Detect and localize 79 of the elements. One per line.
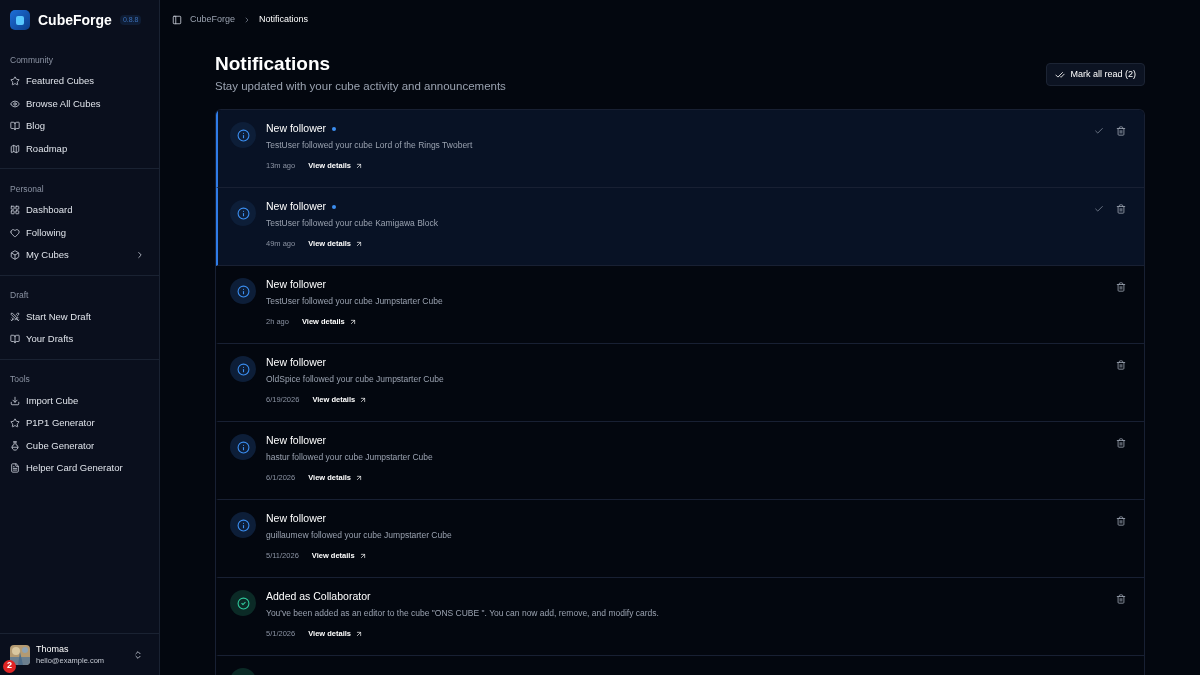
notification-message: guillaumew followed your cube Jumpstarter Cube: [266, 529, 453, 542]
sidebar-item[interactable]: Blog: [10, 115, 149, 138]
arrow-up-right-icon: [355, 629, 363, 638]
delete-icon[interactable]: [1116, 594, 1126, 605]
sidebar-item[interactable]: Import Cube: [10, 389, 149, 412]
user-name: Thomas: [36, 642, 70, 655]
delete-icon[interactable]: [1116, 204, 1126, 215]
notification-title: New follower: [266, 511, 327, 527]
sidebar-item[interactable]: Roadmap: [10, 137, 149, 160]
notification-title: New follower: [266, 199, 327, 215]
mark-read-icon[interactable]: [1094, 204, 1104, 215]
book-icon: [10, 334, 20, 345]
document-icon: [10, 463, 20, 474]
swords-icon: [10, 311, 20, 322]
section-label: Tools: [10, 373, 31, 387]
notification-message: hastur followed your cube Jumpstarter Cube: [266, 451, 434, 464]
sidebar-item[interactable]: Cube Generator: [10, 434, 149, 457]
grid-icon: [10, 205, 20, 216]
sidebar-item[interactable]: Following: [10, 221, 149, 244]
info-icon: [236, 206, 250, 220]
info-icon: [236, 284, 250, 298]
flask-icon: [10, 440, 20, 451]
section-label: Draft: [10, 289, 30, 303]
sidebar-item[interactable]: Helper Card Generator: [10, 457, 149, 480]
notification-title: New follower: [266, 277, 327, 293]
mark-read-icon[interactable]: [1094, 126, 1104, 137]
sidebar-item[interactable]: Browse All Cubes: [10, 92, 149, 115]
delete-icon[interactable]: [1116, 360, 1126, 371]
arrow-up-right-icon: [355, 161, 363, 170]
star-icon: [10, 418, 20, 429]
check-circle-icon: [236, 596, 250, 610]
arrow-up-right-icon: [348, 317, 357, 326]
delete-icon[interactable]: [1116, 516, 1126, 527]
sidebar-item[interactable]: My Cubes: [10, 244, 149, 267]
section-label: Personal: [10, 182, 45, 196]
expand-icon[interactable]: [133, 649, 143, 660]
sidebar-item[interactable]: Start New Draft: [10, 305, 149, 328]
sidebar-toggle-icon[interactable]: [172, 15, 182, 25]
info-icon: [236, 440, 250, 454]
sidebar-item[interactable]: P1P1 Generator: [10, 412, 149, 435]
arrow-up-right-icon: [358, 551, 367, 560]
arrow-up-right-icon: [355, 239, 363, 248]
delete-icon[interactable]: [1116, 126, 1126, 137]
notification-badge: 2: [3, 659, 16, 673]
delete-icon[interactable]: [1116, 438, 1126, 449]
breadcrumb-item: Notifications: [259, 13, 309, 27]
page-subtitle: Stay updated with your cube activity and announcements: [215, 79, 506, 94]
info-icon: [236, 128, 250, 142]
cube-icon: [10, 250, 20, 261]
eye-icon: [10, 98, 20, 109]
sidebar-item[interactable]: Dashboard: [10, 199, 149, 222]
book-icon: [10, 121, 20, 132]
info-icon: [236, 518, 250, 532]
mark-all-read-button[interactable]: Mark all read (2): [1046, 63, 1145, 86]
section-label: Community: [10, 53, 54, 67]
map-icon: [10, 143, 20, 154]
notification-title: New follower: [266, 355, 327, 371]
arrow-up-right-icon: [359, 395, 368, 404]
notification-message: OldSpice followed your cube Jumpstarter Cube: [266, 373, 445, 386]
delete-icon[interactable]: [1116, 282, 1126, 293]
notification-title: New follower: [266, 121, 327, 137]
breadcrumb-item[interactable]: CubeForge: [190, 13, 236, 27]
sidebar-item[interactable]: Featured Cubes: [10, 70, 149, 93]
sidebar-item[interactable]: Your Drafts: [10, 328, 149, 351]
notification-message: TestUser followed your cube Jumpstarter Cube: [266, 295, 444, 308]
info-icon: [236, 362, 250, 376]
app-logo-icon: [10, 10, 30, 30]
notification-message: You've been added as an editor to the cube "ONS CUBE ". You can now add, remove, and modify cards.: [266, 607, 660, 620]
download-icon: [10, 395, 20, 406]
arrow-up-right-icon: [355, 473, 363, 482]
notification-title: Added as Collaborator: [266, 589, 371, 605]
star-icon: [10, 76, 20, 87]
page-title: Notifications: [215, 52, 332, 76]
notification-message: TestUser followed your cube Kamigawa Block: [266, 217, 439, 230]
notification-title: New follower: [266, 433, 327, 449]
heart-icon: [10, 227, 20, 238]
app-name: CubeForge: [38, 10, 112, 30]
notification-message: TestUser followed your cube Lord of the Rings Twobert: [266, 139, 474, 152]
double-check-icon: [1055, 69, 1066, 80]
